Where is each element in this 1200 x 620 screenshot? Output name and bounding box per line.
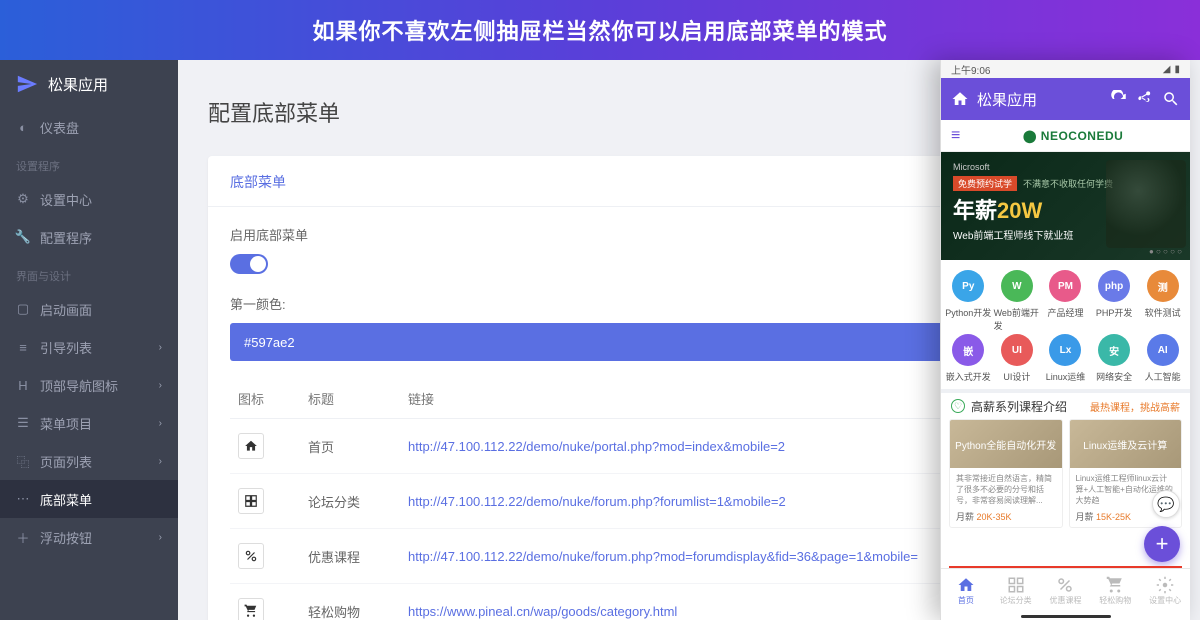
brand-logo: ⬤ NEOCONEDU <box>966 129 1180 143</box>
phone-brand-row: ≡ ⬤ NEOCONEDU <box>941 120 1190 152</box>
fab-button[interactable]: + <box>1144 526 1180 562</box>
carousel-dots: ● ○ ○ ○ ○ <box>1149 247 1182 256</box>
grid-item[interactable]: UIUI设计 <box>994 334 1041 383</box>
nav-item[interactable]: 设置中心 <box>1140 569 1190 612</box>
phone-statusbar: 上午9:06 ◢▮ <box>941 60 1190 78</box>
grid-item[interactable]: 安网络安全 <box>1091 334 1138 383</box>
col-title: 标题 <box>300 379 400 419</box>
col-icon: 图标 <box>230 379 300 419</box>
h-icon: H <box>16 378 30 393</box>
grid-item[interactable]: 嵌嵌入式开发 <box>945 334 992 383</box>
promo-banner: 如果你不喜欢左侧抽屉栏当然你可以启用底部菜单的模式 <box>0 0 1200 60</box>
sidebar-item-bottom-menu[interactable]: ⋯底部菜单 <box>0 480 178 518</box>
row-icon <box>238 488 264 514</box>
menu-icon: ☰ <box>16 415 30 431</box>
home-icon[interactable] <box>951 90 969 108</box>
wifi-icon: ◢ <box>1163 64 1171 75</box>
search-icon[interactable] <box>1162 90 1180 108</box>
row-title: 论坛分类 <box>300 474 400 529</box>
plus-icon: ＋ <box>16 528 30 547</box>
pages-icon: ⿻ <box>16 452 30 471</box>
sidebar-item-guide[interactable]: ≡引导列表› <box>0 328 178 366</box>
sidebar-item-float[interactable]: ＋浮动按钮› <box>0 518 178 556</box>
sidebar-section-settings: 设置程序 <box>0 146 178 180</box>
sidebar-item-settings-center[interactable]: ⚙设置中心 <box>0 180 178 218</box>
sidebar-item-pages[interactable]: ⿻页面列表› <box>0 442 178 480</box>
grid-item[interactable]: WWeb前端开发 <box>994 270 1041 332</box>
logo[interactable]: 松果应用 <box>0 60 178 108</box>
sidebar-section-ui: 界面与设计 <box>0 256 178 290</box>
row-title: 优惠课程 <box>300 529 400 584</box>
phone-app-title: 松果应用 <box>977 89 1102 110</box>
image-icon: ▢ <box>16 301 30 317</box>
hero-badge: 免费预约试学 <box>953 176 1017 191</box>
chevron-right-icon: › <box>159 418 162 429</box>
status-clock: 上午9:06 <box>951 62 990 77</box>
logo-text: 松果应用 <box>48 74 108 95</box>
admin-sidebar: 松果应用 ◐仪表盘 设置程序 ⚙设置中心 🔧配置程序 界面与设计 ▢启动画面 ≡… <box>0 60 178 620</box>
category-grid: PyPython开发WWeb前端开发PM产品经理phpPHP开发测软件测试嵌嵌入… <box>941 260 1190 389</box>
hero-banner[interactable]: Microsoft 免费预约试学不满意不收取任何学费 年薪20W Web前端工程… <box>941 152 1190 260</box>
course-card[interactable]: Python全能自动化开发其非常接近自然语言，精简了很多不必要的分号和括号，非常… <box>949 419 1063 528</box>
sliders-icon: ⚙ <box>16 191 30 207</box>
wrench-icon: 🔧 <box>16 229 30 245</box>
share-icon[interactable] <box>1136 90 1154 108</box>
phone-appbar: 松果应用 <box>941 78 1190 120</box>
paper-plane-icon <box>16 73 38 95</box>
grid-item[interactable]: AI人工智能 <box>1139 334 1186 383</box>
hamburger-icon[interactable]: ≡ <box>951 127 960 145</box>
sidebar-item-menu[interactable]: ☰菜单项目› <box>0 404 178 442</box>
course-cards: Python全能自动化开发其非常接近自然语言，精简了很多不必要的分号和括号，非常… <box>941 419 1190 528</box>
row-title: 首页 <box>300 419 400 474</box>
chat-bubble-icon[interactable]: 💬 <box>1152 490 1180 518</box>
phone-preview: 上午9:06 ◢▮ 松果应用 ≡ ⬤ NEOCONEDU Microsoft 免… <box>940 60 1190 620</box>
row-icon <box>238 598 264 620</box>
bulb-icon: ♡ <box>951 399 965 413</box>
grid-item[interactable]: LxLinux运维 <box>1042 334 1089 383</box>
nav-item[interactable]: 优惠课程 <box>1041 569 1091 612</box>
dots-icon: ⋯ <box>16 491 30 507</box>
chevron-right-icon: › <box>159 532 162 543</box>
grid-item[interactable]: PM产品经理 <box>1042 270 1089 332</box>
enable-toggle[interactable] <box>230 254 268 274</box>
chevron-right-icon: › <box>159 380 162 391</box>
chevron-right-icon: › <box>159 456 162 467</box>
sidebar-item-topnav[interactable]: H顶部导航图标› <box>0 366 178 404</box>
color-value: #597ae2 <box>244 335 295 350</box>
section-header: ♡ 高薪系列课程介绍 最热课程，挑战高薪 <box>941 389 1190 419</box>
home-indicator <box>1021 615 1111 618</box>
row-title: 轻松购物 <box>300 584 400 620</box>
chevron-right-icon: › <box>159 342 162 353</box>
nav-item[interactable]: 首页 <box>941 569 991 612</box>
bottom-nav: 首页论坛分类优惠课程轻松购物设置中心 <box>941 568 1190 612</box>
nav-item[interactable]: 轻松购物 <box>1090 569 1140 612</box>
grid-item[interactable]: phpPHP开发 <box>1091 270 1138 332</box>
grid-item[interactable]: PyPython开发 <box>945 270 992 332</box>
row-icon <box>238 543 264 569</box>
nav-item[interactable]: 论坛分类 <box>991 569 1041 612</box>
row-icon <box>238 433 264 459</box>
sidebar-item-dashboard[interactable]: ◐仪表盘 <box>0 108 178 146</box>
gauge-icon: ◐ <box>16 120 30 135</box>
list-icon: ≡ <box>16 340 30 355</box>
sidebar-item-splash[interactable]: ▢启动画面 <box>0 290 178 328</box>
sidebar-item-config[interactable]: 🔧配置程序 <box>0 218 178 256</box>
grid-item[interactable]: 测软件测试 <box>1139 270 1186 332</box>
signal-icon: ▮ <box>1174 64 1180 75</box>
refresh-icon[interactable] <box>1110 90 1128 108</box>
